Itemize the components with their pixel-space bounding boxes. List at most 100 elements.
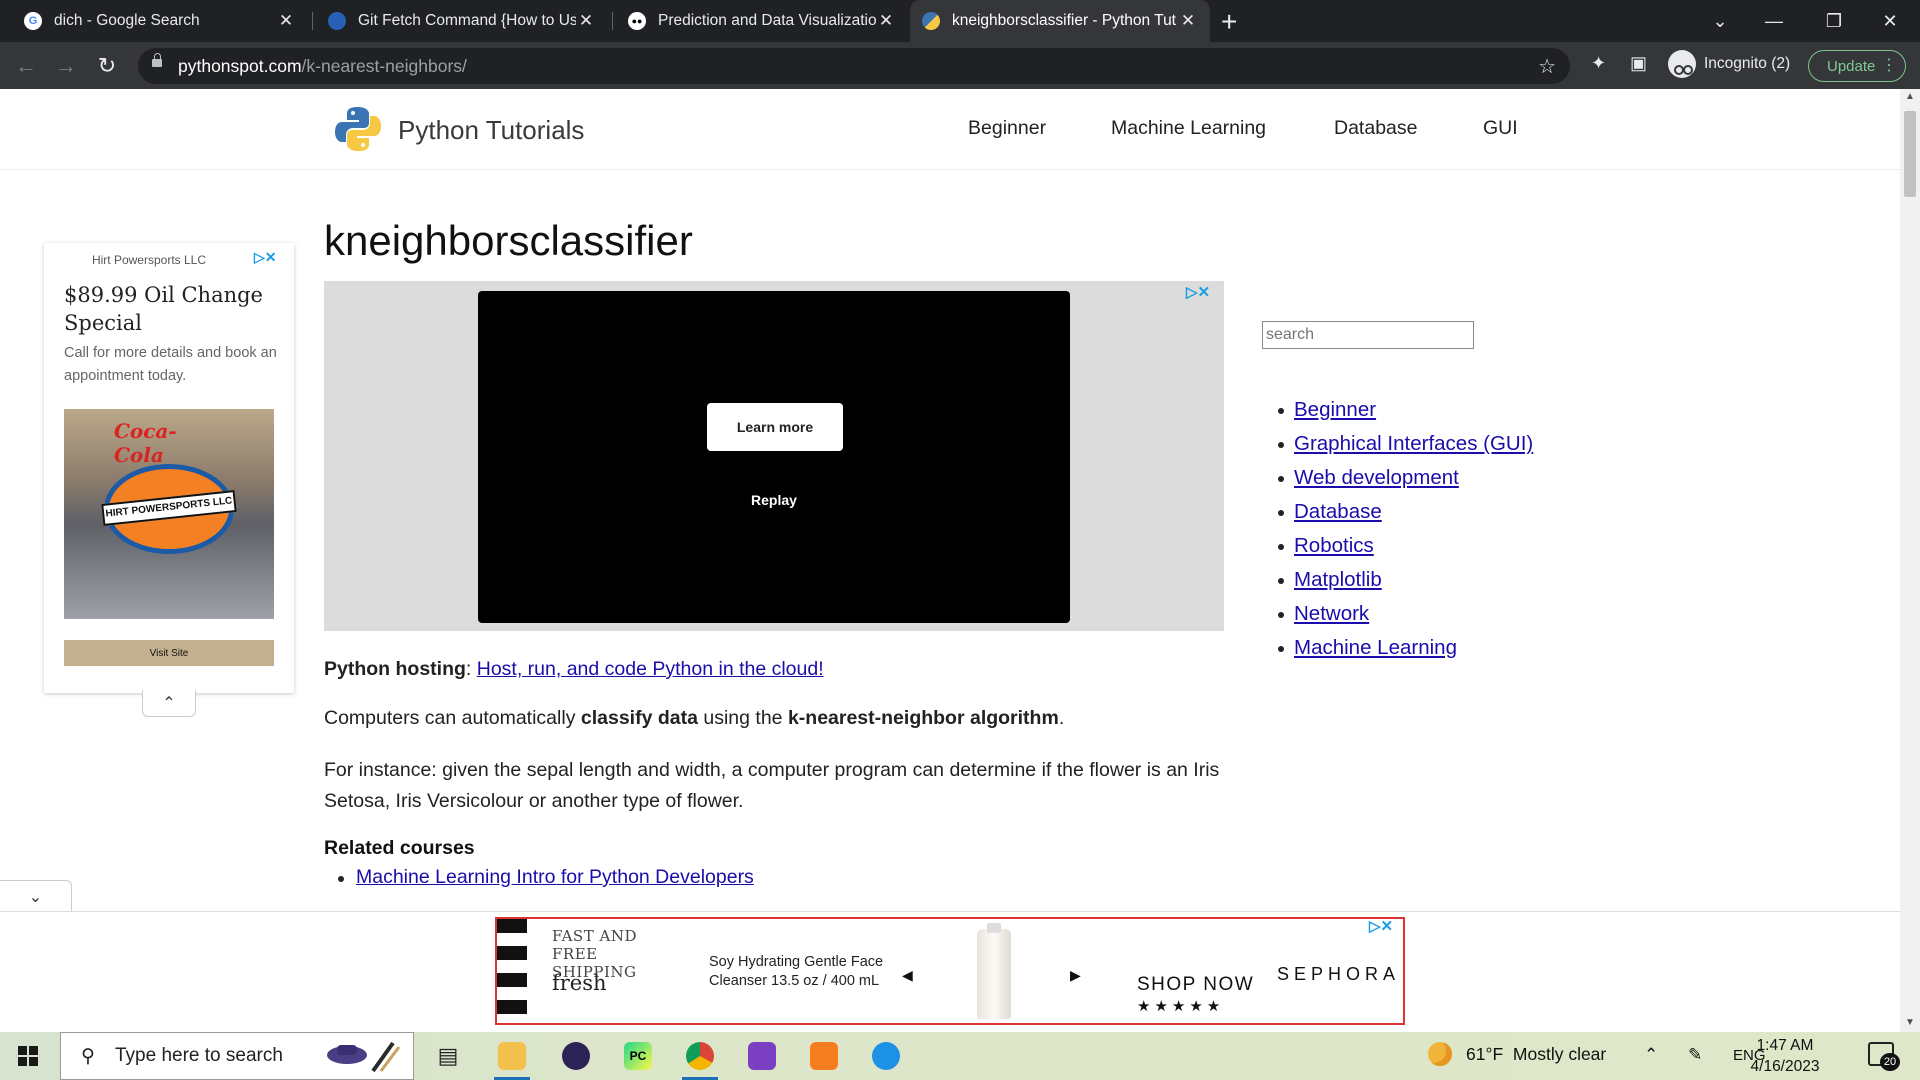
close-tab-icon[interactable]: ✕	[276, 11, 296, 31]
visit-site-button[interactable]: Visit Site	[64, 640, 274, 666]
app-orange-icon[interactable]	[806, 1038, 842, 1074]
new-tab-button[interactable]: +	[1221, 6, 1237, 38]
expand-ad-chevron-down-icon[interactable]: ⌄	[0, 880, 72, 912]
iris-paragraph: For instance: given the sepal length and…	[324, 759, 1220, 812]
tab-prediction[interactable]: ●● Prediction and Data Visualization ✕	[616, 0, 908, 42]
tab-google-search[interactable]: G dich - Google Search ✕	[12, 0, 308, 42]
windows-start-icon[interactable]	[18, 1046, 38, 1066]
python-icon	[922, 12, 940, 30]
google-icon: G	[24, 12, 42, 30]
weather-widget[interactable]: 61°F Mostly clear	[1428, 1042, 1606, 1066]
sidebar-links: Beginner Graphical Interfaces (GUI) Web …	[1262, 396, 1533, 668]
sidebar-item-gui: Graphical Interfaces (GUI)	[1262, 430, 1533, 464]
pycharm-icon[interactable]: PC	[620, 1038, 656, 1074]
taskbar-clock[interactable]: 1:47 AM 4/16/2023	[1740, 1035, 1830, 1077]
adchoices-icon[interactable]: ▷✕	[1369, 919, 1393, 935]
page-title: kneighborsclassifier	[324, 217, 693, 264]
incognito-profile[interactable]: Incognito (2)	[1668, 50, 1790, 78]
list-item: Machine Learning Intro for Python Develo…	[324, 866, 754, 889]
browser-toolbar: ← → ↻ pythonspot.com/k-nearest-neighbors…	[0, 42, 1920, 89]
stripe-decoration	[497, 919, 527, 1023]
extensions-icon[interactable]: ✦	[1591, 53, 1606, 74]
incognito-icon	[1668, 50, 1696, 78]
taskbar-search-placeholder: Type here to search	[115, 1045, 283, 1066]
tab-divider	[312, 12, 313, 30]
collapse-ad-chevron-up-icon[interactable]: ⌃	[142, 690, 196, 717]
lock-icon	[152, 53, 162, 67]
tab-git-fetch[interactable]: Git Fetch Command {How to Use ✕	[316, 0, 608, 42]
bookmark-star-icon[interactable]: ☆	[1538, 54, 1556, 79]
update-button[interactable]: Update ⋮	[1808, 50, 1906, 82]
replay-button[interactable]: Replay	[478, 492, 1070, 508]
restore-icon[interactable]: ❐	[1806, 0, 1862, 42]
ad-headline[interactable]: $89.99 Oil Change Special	[64, 281, 284, 337]
sidebar-item-robotics: Robotics	[1262, 532, 1533, 566]
shop-now-button[interactable]: SHOP NOW	[1137, 974, 1254, 996]
moon-weather-icon	[1428, 1042, 1452, 1066]
ad-product-name: Soy Hydrating Gentle Face Cleanser 13.5 …	[709, 954, 884, 989]
left-ad-hirt-powersports[interactable]: Hirt Powersports LLC ▷✕ $89.99 Oil Chang…	[44, 243, 294, 693]
rating-stars: ★★★★★	[1137, 998, 1225, 1015]
ad-description: Call for more details and book an appoin…	[64, 345, 277, 384]
video-ad[interactable]: Learn more Replay ▷✕	[324, 281, 1224, 631]
tab-kneighborsclassifier[interactable]: kneighborsclassifier - Python Tut ✕	[910, 0, 1210, 42]
sephora-banner-ad[interactable]: FAST AND FREE SHIPPING fresh Soy Hydrati…	[495, 917, 1405, 1025]
search-input[interactable]	[1262, 321, 1474, 349]
tab-search-icon[interactable]: ⌄	[1692, 0, 1748, 42]
windows-taskbar: ⚲ Type here to search ▤ PC 61°F Mostly c…	[0, 1032, 1920, 1080]
site-header: Python Tutorials Beginner Machine Learni…	[0, 89, 1900, 170]
hosting-label: Python hosting	[324, 658, 466, 680]
reload-icon[interactable]: ↻	[93, 52, 121, 80]
nav-gui[interactable]: GUI	[1483, 117, 1518, 140]
carousel-prev-icon[interactable]: ◀	[902, 967, 913, 984]
python-logo-icon[interactable]	[332, 103, 384, 155]
taskbar-search[interactable]: ⚲ Type here to search	[60, 1032, 414, 1080]
file-explorer-icon[interactable]	[494, 1038, 530, 1080]
sidebar-item-web-development: Web development	[1262, 464, 1533, 498]
menu-icon[interactable]: ⋮	[1881, 55, 1897, 75]
side-panel-icon[interactable]: ▣	[1630, 53, 1647, 74]
adchoices-icon[interactable]: ▷✕	[254, 249, 277, 266]
scroll-down-arrow-icon[interactable]: ▼	[1905, 1017, 1915, 1028]
app-purple-icon[interactable]	[744, 1038, 780, 1074]
globe-icon	[328, 12, 346, 30]
address-bar[interactable]: pythonspot.com/k-nearest-neighbors/ ☆	[138, 48, 1570, 84]
back-icon[interactable]: ←	[12, 52, 40, 80]
site-brand[interactable]: Python Tutorials	[398, 115, 584, 146]
carousel-next-icon[interactable]: ▶	[1070, 967, 1081, 984]
intro-paragraph: Computers can automatically classify dat…	[324, 707, 1065, 729]
nav-machine-learning[interactable]: Machine Learning	[1111, 117, 1266, 140]
forward-icon[interactable]: →	[52, 52, 80, 80]
video-player[interactable]: Learn more Replay	[478, 291, 1070, 623]
chrome-icon[interactable]	[682, 1038, 718, 1080]
related-courses-heading: Related courses	[324, 837, 475, 859]
close-tab-icon[interactable]: ✕	[576, 11, 596, 31]
page-scrollbar[interactable]: ▲ ▼	[1900, 89, 1920, 1032]
window-close-icon[interactable]: ✕	[1862, 0, 1918, 42]
scrollbar-thumb[interactable]	[1904, 111, 1916, 197]
related-course-link[interactable]: Machine Learning Intro for Python Develo…	[356, 866, 754, 888]
sidebar-item-matplotlib: Matplotlib	[1262, 566, 1533, 600]
scroll-up-arrow-icon[interactable]: ▲	[1905, 91, 1915, 102]
pen-icon[interactable]: ✎	[1688, 1045, 1702, 1065]
docker-icon[interactable]	[868, 1038, 904, 1074]
nav-beginner[interactable]: Beginner	[968, 117, 1046, 140]
minimize-icon[interactable]: —	[1746, 0, 1802, 42]
product-image[interactable]	[977, 923, 1011, 1019]
tray-chevron-up-icon[interactable]: ⌃	[1644, 1045, 1658, 1065]
learn-more-button[interactable]: Learn more	[707, 403, 843, 451]
sidebar-item-network: Network	[1262, 600, 1533, 634]
eclipse-icon[interactable]	[558, 1038, 594, 1074]
close-tab-icon[interactable]: ✕	[1178, 11, 1198, 31]
task-view-icon[interactable]: ▤	[430, 1038, 466, 1074]
ad-image-logo: Coca-Cola	[114, 419, 177, 467]
adchoices-icon[interactable]: ▷✕	[1186, 283, 1210, 301]
sephora-logo: SEPHORA	[1277, 964, 1401, 984]
notification-count: 20	[1880, 1053, 1900, 1071]
hosting-link[interactable]: Host, run, and code Python in the cloud!	[477, 658, 824, 680]
nav-database[interactable]: Database	[1334, 117, 1417, 140]
close-tab-icon[interactable]: ✕	[876, 11, 896, 31]
notification-icon[interactable]: 20	[1868, 1042, 1900, 1071]
ad-image[interactable]: Coca-Cola HIRT POWERSPORTS LLC	[64, 409, 274, 619]
search-highlight-decoration-icon	[327, 1041, 401, 1073]
